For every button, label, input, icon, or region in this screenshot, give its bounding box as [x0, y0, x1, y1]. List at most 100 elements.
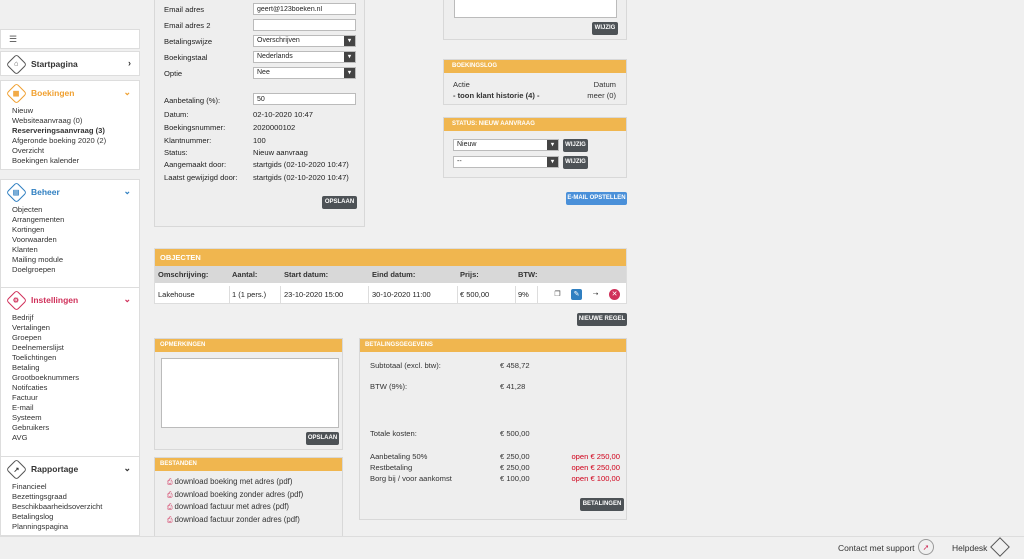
row-divider: [368, 286, 369, 303]
file-link[interactable]: download boeking met adres (pdf): [175, 477, 293, 486]
chevron-down-icon: ⌄: [123, 87, 131, 97]
file-link[interactable]: download boeking zonder adres (pdf): [175, 490, 304, 499]
sidebar-item-reserveringsaanvraag[interactable]: Reserveringsaanvraag (3): [12, 126, 139, 136]
boekingslog-meer-link[interactable]: meer (0): [587, 91, 616, 100]
list-item[interactable]: ⎙ download factuur zonder adres (pdf): [167, 515, 303, 528]
list-item[interactable]: ⎙ download factuur met adres (pdf): [167, 502, 303, 515]
sidebar-item-toelichtingen[interactable]: Toelichtingen: [12, 353, 139, 363]
email-label: Email adres: [164, 5, 205, 14]
payment-row: Aanbetaling 50% € 250,00 open € 250,00: [370, 452, 624, 463]
status-select-2[interactable]: -- ▾: [453, 156, 559, 168]
nieuwe-regel-button[interactable]: NIEUWE REGEL: [577, 313, 627, 326]
betalingswijze-label: Betalingswijze: [164, 37, 213, 46]
sidebar: ☰ ⌂ Startpagina › ▦ Boekingen ⌄ Nieuw We…: [0, 29, 140, 536]
sidebar-item-overzicht[interactable]: Overzicht: [12, 146, 139, 156]
move-icon[interactable]: ➝: [590, 289, 601, 300]
file-link[interactable]: download factuur zonder adres (pdf): [175, 515, 300, 524]
subtotaal-value: € 458,72: [500, 361, 530, 370]
sidebar-item-grootboeknummers[interactable]: Grootboeknummers: [12, 373, 139, 383]
klantnummer-value: 100: [253, 136, 266, 145]
edit-icon[interactable]: ✎: [571, 289, 582, 300]
sidebar-rapportage-header[interactable]: ↗ Rapportage ⌄: [1, 457, 139, 481]
boekingstaal-select[interactable]: Nederlands ▾: [253, 51, 356, 63]
bestanden-title: BESTANDEN: [155, 458, 342, 471]
list-item[interactable]: ⎙ download boeking met adres (pdf): [167, 477, 303, 490]
aangemaakt-label: Aangemaakt door:: [164, 160, 227, 169]
sidebar-item-doelgroepen[interactable]: Doelgroepen: [12, 265, 139, 275]
pdf-icon: ⎙: [167, 504, 175, 511]
sidebar-item-nieuw[interactable]: Nieuw: [12, 106, 139, 116]
sidebar-item-vertalingen[interactable]: Vertalingen: [12, 323, 139, 333]
sidebar-item-systeem[interactable]: Systeem: [12, 413, 139, 423]
aangemaakt-value: startgids (02-10-2020 10:47): [253, 160, 349, 169]
sidebar-item-groepen[interactable]: Groepen: [12, 333, 139, 343]
helpdesk-link[interactable]: Helpdesk: [952, 543, 987, 553]
payment-label: Borg bij / voor aankomst: [370, 474, 452, 483]
sidebar-section-instellingen: ⚙ Instellingen ⌄ Bedrijf Vertalingen Gro…: [0, 287, 140, 478]
opmerkingen-save-button[interactable]: OPSLAAN: [306, 432, 339, 445]
email2-field[interactable]: [253, 19, 356, 31]
optie-select[interactable]: Nee ▾: [253, 67, 356, 79]
sidebar-item-kortingen[interactable]: Kortingen: [12, 225, 139, 235]
sidebar-item-email[interactable]: E-mail: [12, 403, 139, 413]
sidebar-boekingen-header[interactable]: ▦ Boekingen ⌄: [1, 81, 139, 105]
sidebar-item-bedrijf[interactable]: Bedrijf: [12, 313, 139, 323]
sidebar-section-startpagina[interactable]: ⌂ Startpagina ›: [0, 51, 140, 76]
home-icon: ⌂: [5, 53, 28, 75]
sidebar-item-objecten[interactable]: Objecten: [12, 205, 139, 215]
contact-support-link[interactable]: Contact met support: [838, 543, 915, 553]
email-field[interactable]: [253, 3, 356, 15]
sidebar-item-gebruikers[interactable]: Gebruikers: [12, 423, 139, 433]
lifebuoy-icon[interactable]: [990, 537, 1010, 557]
opmerkingen-textarea[interactable]: [161, 358, 339, 428]
sidebar-toggle[interactable]: ☰: [0, 29, 140, 49]
sidebar-item-bezettingsgraad[interactable]: Bezettingsgraad: [12, 492, 139, 502]
boekingstaal-label: Boekingstaal: [164, 53, 208, 62]
sidebar-item-notifcaties[interactable]: Notifcaties: [12, 383, 139, 393]
sidebar-item-deelnemerslijst[interactable]: Deelnemerslijst: [12, 343, 139, 353]
file-link[interactable]: download factuur met adres (pdf): [175, 502, 289, 511]
status-wijzig-button-1[interactable]: WIJZIG: [563, 139, 588, 152]
aanbetaling-field[interactable]: [253, 93, 356, 105]
subtotaal-label: Subtotaal (excl. btw):: [370, 361, 441, 370]
save-button[interactable]: OPSLAAN: [322, 196, 357, 209]
status-select-1[interactable]: Nieuw ▾: [453, 139, 559, 151]
sidebar-item-boekingen-kalender[interactable]: Boekingen kalender: [12, 156, 139, 166]
status-wijzig-button-2[interactable]: WIJZIG: [563, 156, 588, 169]
notes-top-textarea[interactable]: [454, 0, 617, 18]
aanbetaling-label: Aanbetaling (%):: [164, 96, 221, 105]
sidebar-item-betalingslog[interactable]: Betalingslog: [12, 512, 139, 522]
payment-value: € 100,00: [500, 474, 530, 483]
sidebar-item-mailing-module[interactable]: Mailing module: [12, 255, 139, 265]
toon-klant-historie-link[interactable]: - toon klant historie (4) -: [453, 91, 539, 100]
payment-row: Borg bij / voor aankomst € 100,00 open €…: [370, 474, 624, 485]
sidebar-item-beschikbaarheidsoverzicht[interactable]: Beschikbaarheidsoverzicht: [12, 502, 139, 512]
gewijzigd-value: startgids (02-10-2020 10:47): [253, 173, 349, 182]
opmerkingen-panel: OPMERKINGEN OPSLAAN: [154, 338, 343, 450]
objecten-header-row: Omschrijving: Aantal: Start datum: Eind …: [155, 266, 626, 283]
sidebar-instellingen-label: Instellingen: [31, 295, 79, 305]
sidebar-item-avg[interactable]: AVG: [12, 433, 139, 443]
sidebar-item-klanten[interactable]: Klanten: [12, 245, 139, 255]
copy-icon[interactable]: ❐: [552, 289, 563, 300]
col-omschrijving: Omschrijving:: [158, 270, 209, 279]
sidebar-beheer-header[interactable]: ▤ Beheer ⌄: [1, 180, 139, 204]
sidebar-item-planningspagina[interactable]: Planningspagina: [12, 522, 139, 532]
sidebar-item-financieel[interactable]: Financieel: [12, 482, 139, 492]
sidebar-item-arrangementen[interactable]: Arrangementen: [12, 215, 139, 225]
email-opstellen-button[interactable]: E-MAIL OPSTELLEN: [566, 192, 627, 205]
rocket-icon[interactable]: ➚: [918, 539, 934, 555]
sidebar-item-afgeronde-boeking[interactable]: Afgeronde boeking 2020 (2): [12, 136, 139, 146]
delete-icon[interactable]: ✕: [609, 289, 620, 300]
sidebar-item-voorwaarden[interactable]: Voorwaarden: [12, 235, 139, 245]
sidebar-item-factuur[interactable]: Factuur: [12, 393, 139, 403]
sidebar-item-betaling[interactable]: Betaling: [12, 363, 139, 373]
wijzig-button[interactable]: WIJZIG: [592, 22, 618, 35]
betalingen-button[interactable]: BETALINGEN: [580, 498, 624, 511]
col-prijs: Prijs:: [460, 270, 479, 279]
list-item[interactable]: ⎙ download boeking zonder adres (pdf): [167, 490, 303, 503]
sidebar-instellingen-header[interactable]: ⚙ Instellingen ⌄: [1, 288, 139, 312]
betalingswijze-select[interactable]: Overschrijven ▾: [253, 35, 356, 47]
menu-collapse-icon[interactable]: ☰: [9, 34, 17, 45]
sidebar-item-websiteaanvraag[interactable]: Websiteaanvraag (0): [12, 116, 139, 126]
